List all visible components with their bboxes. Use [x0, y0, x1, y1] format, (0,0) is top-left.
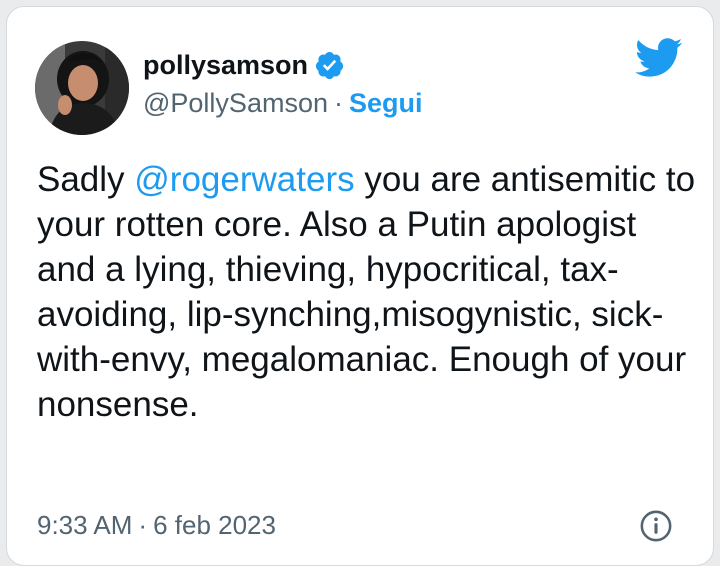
- info-icon[interactable]: [639, 509, 673, 543]
- tweet-text-rest: you are antisemitic to your rotten core.…: [37, 160, 696, 424]
- author-handle-row: @PollySamson · Segui: [143, 85, 423, 121]
- mention-link[interactable]: @rogerwaters: [134, 160, 354, 199]
- avatar-photo: [35, 41, 129, 135]
- handle-separator: ·: [333, 88, 343, 118]
- avatar[interactable]: [35, 41, 129, 135]
- tweet-text-start: Sadly: [37, 160, 135, 199]
- tweet-time[interactable]: 9:33 AM: [37, 510, 132, 541]
- tweet-footer: 9:33 AM · 6 feb 2023: [37, 505, 276, 545]
- twitter-bird-icon[interactable]: [635, 37, 683, 79]
- tweet-card[interactable]: pollysamson @PollySamson · Segui Sadly @…: [6, 6, 714, 566]
- tweet-date[interactable]: 6 feb 2023: [153, 510, 276, 541]
- follow-button[interactable]: Segui: [349, 85, 423, 121]
- author-display-name[interactable]: pollysamson: [143, 47, 308, 83]
- author-name-row: pollysamson: [143, 47, 345, 83]
- author-handle[interactable]: @PollySamson: [143, 85, 328, 121]
- footer-separator: ·: [138, 509, 148, 540]
- tweet-text: Sadly @rogerwaters you are antisemitic t…: [37, 157, 697, 427]
- verified-badge-icon: [314, 50, 345, 81]
